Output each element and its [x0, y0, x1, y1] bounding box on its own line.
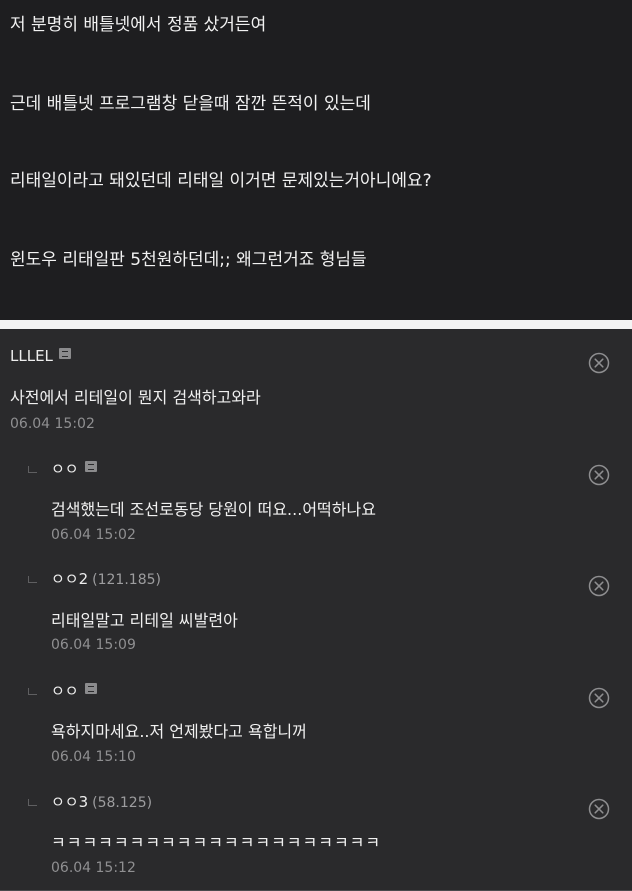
post-line: 근데 배틀넷 프로그램창 닫을때 잠깐 뜬적이 있는데: [10, 94, 371, 114]
comment-text: 검색했는데 조선로동당 당원이 떠요...어떡하나요: [51, 500, 376, 519]
close-circle-icon[interactable]: [588, 687, 610, 709]
comment-author[interactable]: ㅇㅇ: [51, 680, 97, 701]
reply-arrow-icon: [28, 688, 37, 695]
comment-date: 06.04 15:09: [51, 637, 136, 653]
close-circle-icon[interactable]: [588, 464, 610, 486]
comment-text: 리태일말고 리테일 씨발련아: [51, 611, 238, 630]
section-divider: [0, 320, 632, 329]
comment-text: 사전에서 리테일이 뭔지 검색하고와라: [10, 388, 261, 407]
comment-date: 06.04 15:02: [10, 416, 95, 432]
reply-item: ㅇㅇ3 (58.125) ㅋㅋㅋㅋㅋㅋㅋㅋㅋㅋㅋㅋㅋㅋㅋㅋㅋㅋㅋㅋㅋ 06.04 …: [0, 778, 632, 891]
post-body: 저 분명히 배틀넷에서 정품 샀거든여 근데 배틀넷 프로그램창 닫을때 잠깐 …: [0, 0, 632, 320]
post-line: 리태일이라고 돼있던데 리태일 이거면 문제있는거아니에요?: [10, 171, 432, 191]
close-circle-icon[interactable]: [588, 352, 610, 374]
comment-date: 06.04 15:12: [51, 860, 136, 876]
comment-author[interactable]: ㅇㅇ3 (58.125): [51, 791, 152, 812]
comment-date: 06.04 15:10: [51, 749, 136, 765]
close-circle-icon[interactable]: [588, 575, 610, 597]
author-ip: (58.125): [92, 795, 153, 811]
post-line: 윈도우 리태일판 5천원하던데;; 왜그런거죠 형님들: [10, 250, 367, 270]
reply-arrow-icon: [28, 466, 37, 473]
author-name[interactable]: ㅇㅇ3: [51, 793, 88, 811]
reply-arrow-icon: [28, 799, 37, 806]
author-name[interactable]: ㅇㅇ: [51, 460, 79, 478]
reply-item: ㅇㅇ 검색했는데 조선로동당 당원이 떠요...어떡하나요 06.04 15:0…: [0, 443, 632, 556]
fixed-nick-badge-icon: [58, 348, 71, 359]
comment-author[interactable]: LLLEL: [10, 347, 71, 365]
reply-arrow-icon: [28, 576, 37, 583]
fixed-nick-badge-icon: [84, 683, 97, 694]
comment-author[interactable]: ㅇㅇ: [51, 458, 97, 479]
comment-list: LLLEL 사전에서 리테일이 뭔지 검색하고와라 06.04 15:02 ㅇㅇ…: [0, 329, 632, 891]
author-name[interactable]: ㅇㅇ: [51, 682, 79, 700]
reply-item: ㅇㅇ2 (121.185) 리태일말고 리테일 씨발련아 06.04 15:09: [0, 555, 632, 668]
comment-text: 욕하지마세요..저 언제봤다고 욕합니꺼: [51, 722, 307, 741]
comment-text: ㅋㅋㅋㅋㅋㅋㅋㅋㅋㅋㅋㅋㅋㅋㅋㅋㅋㅋㅋㅋㅋ: [51, 833, 382, 852]
fixed-nick-badge-icon: [84, 461, 97, 472]
author-name[interactable]: LLLEL: [10, 347, 53, 365]
post-line: 저 분명히 배틀넷에서 정품 샀거든여: [10, 15, 267, 35]
reply-item: ㅇㅇ 욕하지마세요..저 언제봤다고 욕합니꺼 06.04 15:10: [0, 667, 632, 779]
comment-item: LLLEL 사전에서 리테일이 뭔지 검색하고와라 06.04 15:02: [0, 329, 632, 444]
comment-author[interactable]: ㅇㅇ2 (121.185): [51, 568, 161, 589]
comment-date: 06.04 15:02: [51, 527, 136, 543]
author-ip: (121.185): [92, 572, 161, 588]
close-circle-icon[interactable]: [588, 798, 610, 820]
author-name[interactable]: ㅇㅇ2: [51, 570, 88, 588]
